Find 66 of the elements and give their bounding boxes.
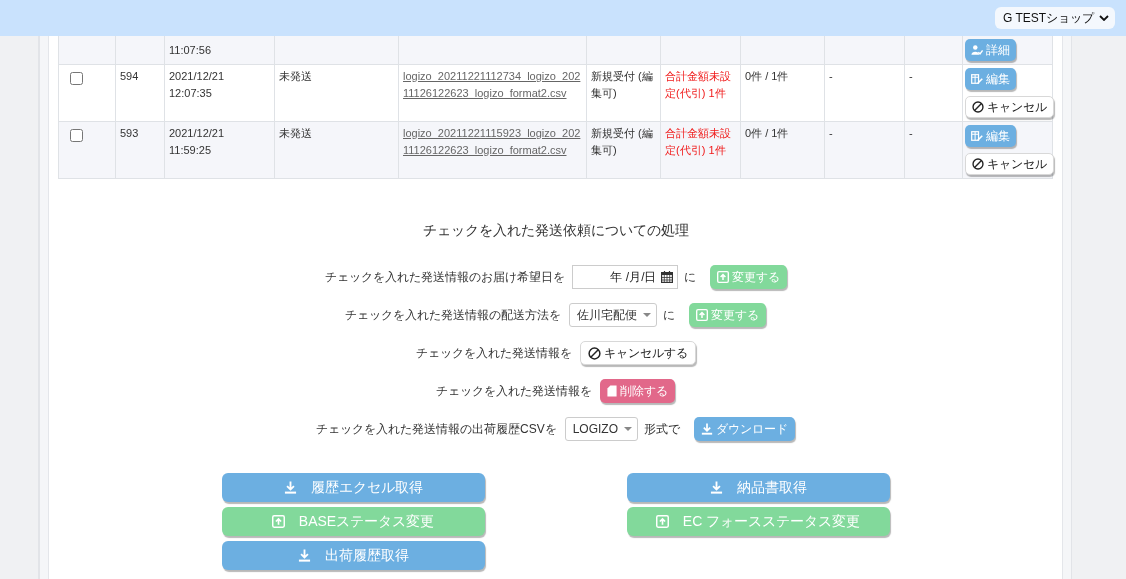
caret-icon bbox=[643, 313, 651, 317]
table-cell: 新規受付 (編集可) bbox=[586, 64, 661, 122]
edit-button[interactable]: 編集 bbox=[965, 68, 1016, 90]
table-cell: 合計金額未設定(代引) 1件 bbox=[660, 64, 741, 122]
cancel-button[interactable]: キャンセルする bbox=[579, 341, 696, 365]
download-icon bbox=[297, 549, 311, 562]
table-cell: 合計金額未設定(代引) 1件 bbox=[660, 121, 741, 179]
download-icon bbox=[283, 481, 297, 494]
section-title: チェックを入れた発送依頼についての処理 bbox=[421, 221, 690, 240]
table-cell: - bbox=[904, 121, 963, 179]
calendar-icon bbox=[660, 271, 673, 283]
update-button[interactable]: BASEステータス変更 bbox=[221, 507, 485, 536]
form-label: チェックを入れた発送情報を bbox=[436, 383, 592, 399]
table-cell: 2021/12/21 12:07:35 bbox=[164, 64, 275, 122]
suffix-label: に bbox=[683, 269, 696, 285]
ban-icon bbox=[972, 101, 984, 113]
table-cell: 新規受付 (編集可) bbox=[586, 121, 661, 179]
dropdown[interactable]: LOGIZO bbox=[564, 417, 638, 441]
date-field[interactable]: 年 /月/日 bbox=[571, 265, 678, 289]
caret-icon bbox=[624, 427, 632, 431]
document-icon bbox=[607, 385, 617, 397]
table-cell: 未発送 bbox=[274, 64, 399, 122]
download-button[interactable]: 納品書取得 bbox=[626, 473, 890, 502]
edit-icon bbox=[971, 130, 983, 142]
update-button[interactable]: EC フォースステータス変更 bbox=[626, 507, 890, 536]
form-label: チェックを入れた発送情報の出荷履歴CSVを bbox=[316, 421, 557, 437]
form-label: チェックを入れた発送情報を bbox=[415, 345, 572, 361]
upload-icon bbox=[696, 309, 708, 321]
table-cell: 0件 / 1件 bbox=[740, 64, 825, 122]
update-button[interactable]: 変更する bbox=[709, 265, 787, 289]
user-check-icon bbox=[971, 44, 983, 56]
table-cell: - bbox=[904, 64, 963, 122]
download-button[interactable]: 履歴エクセル取得 bbox=[221, 473, 485, 502]
delete-button[interactable]: 削除する bbox=[600, 379, 675, 403]
form-label: チェックを入れた発送情報の配送方法を bbox=[345, 307, 561, 323]
table-cell: - bbox=[824, 64, 905, 122]
upload-icon bbox=[655, 515, 669, 528]
download-button[interactable]: 出荷履歴取得 bbox=[221, 541, 485, 570]
cancel-button[interactable]: キャンセル bbox=[965, 96, 1054, 118]
table-cell: 未発送 bbox=[274, 121, 399, 179]
cancel-button[interactable]: キャンセル bbox=[965, 153, 1054, 175]
table-cell: - bbox=[824, 121, 905, 179]
suffix-label: に bbox=[663, 307, 675, 323]
update-button[interactable]: 変更する bbox=[689, 303, 766, 327]
table-cell: 593 bbox=[115, 121, 165, 179]
row-checkbox[interactable] bbox=[70, 129, 83, 142]
download-icon bbox=[701, 423, 713, 435]
upload-icon bbox=[271, 515, 285, 528]
detail-button[interactable]: 詳細 bbox=[965, 39, 1016, 61]
ban-icon bbox=[587, 346, 601, 360]
row-checkbox[interactable] bbox=[70, 72, 83, 85]
download-button[interactable]: ダウンロード bbox=[694, 417, 795, 441]
upload-icon bbox=[716, 271, 729, 283]
edit-button[interactable]: 編集 bbox=[965, 125, 1016, 147]
shop-select[interactable]: G TESTショップ bbox=[995, 7, 1115, 29]
dropdown[interactable]: 佐川宅配便 bbox=[569, 303, 657, 327]
table-cell: 2021/12/21 11:59:25 bbox=[164, 121, 275, 179]
table-cell: 11:07:56 bbox=[164, 36, 275, 65]
chevron-down-icon bbox=[1099, 15, 1109, 21]
table-cell: 594 bbox=[115, 64, 165, 122]
suffix-label: 形式で bbox=[644, 421, 680, 437]
table-cell: 0件 / 1件 bbox=[740, 121, 825, 179]
edit-icon bbox=[971, 73, 983, 85]
download-icon bbox=[709, 481, 723, 494]
form-label: チェックを入れた発送情報のお届け希望日を bbox=[324, 269, 565, 285]
ban-icon bbox=[972, 158, 984, 170]
